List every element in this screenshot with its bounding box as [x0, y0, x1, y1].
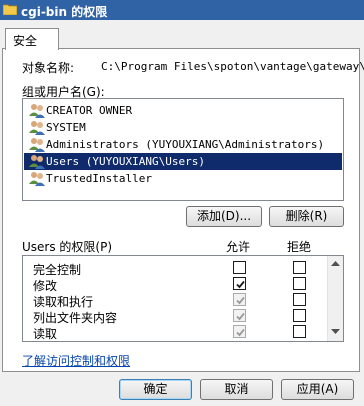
user-group-icon: [29, 155, 45, 169]
folder-icon: [3, 4, 17, 15]
list-item-label: TrustedInstaller: [46, 172, 152, 185]
users-list[interactable]: CREATOR OWNER SYSTEM Administrators (YUY…: [22, 98, 344, 201]
checkmark-icon: [236, 312, 245, 321]
object-name-label: 对象名称:: [22, 61, 75, 75]
list-item[interactable]: TrustedInstaller: [24, 170, 342, 187]
add-button[interactable]: 添加(D)...: [186, 206, 262, 227]
object-name-value: C:\Program Files\spoton\vantage\gateway\: [101, 60, 364, 73]
tab-security[interactable]: 安全: [5, 28, 59, 50]
allow-header: 允许: [226, 240, 251, 254]
permission-row: 读取和执行: [23, 292, 327, 309]
access-control-help-link[interactable]: 了解访问控制和权限: [22, 352, 130, 369]
deny-list-folder-checkbox[interactable]: [293, 309, 306, 322]
permissions-list[interactable]: 完全控制 修改 读取和执行 列出文件夹内容 读取: [22, 255, 344, 342]
permission-row: 完全控制: [23, 260, 327, 277]
permissions-scrollbar[interactable]: [327, 256, 343, 341]
ok-button[interactable]: 确定: [119, 379, 192, 400]
list-item-label: SYSTEM: [46, 121, 86, 134]
deny-header: 拒绝: [287, 240, 312, 254]
checkmark-icon: [236, 280, 245, 289]
list-item[interactable]: SYSTEM: [24, 119, 342, 136]
deny-read-execute-checkbox[interactable]: [293, 293, 306, 306]
user-group-icon: [29, 172, 45, 186]
remove-button[interactable]: 删除(R): [269, 206, 344, 227]
user-group-icon: [29, 138, 45, 152]
allow-list-folder-checkbox[interactable]: [233, 309, 246, 322]
checkmark-icon: [236, 328, 245, 337]
cancel-button[interactable]: 取消: [200, 379, 273, 400]
permissions-label: Users 的权限(P): [22, 240, 113, 254]
deny-read-checkbox[interactable]: [293, 325, 306, 338]
user-group-icon: [29, 104, 45, 118]
allow-read-execute-checkbox[interactable]: [233, 293, 246, 306]
list-item[interactable]: CREATOR OWNER: [24, 102, 342, 119]
tab-label: 安全: [13, 34, 38, 48]
title-bar[interactable]: cgi-bin 的权限: [0, 0, 364, 20]
list-item-label: Administrators (YUYOUXIANG\Administrator…: [46, 138, 325, 151]
list-item-label: CREATOR OWNER: [46, 104, 133, 117]
scroll-up-arrow-icon[interactable]: [331, 261, 340, 266]
list-item-selected[interactable]: Users (YUYOUXIANG\Users): [24, 153, 342, 170]
list-item-label: Users (YUYOUXIANG\Users): [46, 155, 205, 168]
user-group-icon: [29, 121, 45, 135]
allow-modify-checkbox[interactable]: [233, 277, 246, 290]
allow-read-checkbox[interactable]: [233, 325, 246, 338]
scroll-down-arrow-icon[interactable]: [331, 329, 340, 334]
allow-full-control-checkbox[interactable]: [233, 261, 246, 274]
permission-row: 修改: [23, 276, 327, 293]
deny-modify-checkbox[interactable]: [293, 277, 306, 290]
permission-row: 读取: [23, 324, 327, 341]
permission-row: 列出文件夹内容: [23, 308, 327, 325]
apply-button[interactable]: 应用(A): [281, 379, 354, 400]
checkmark-icon: [236, 296, 245, 305]
deny-full-control-checkbox[interactable]: [293, 261, 306, 274]
list-item[interactable]: Administrators (YUYOUXIANG\Administrator…: [24, 136, 342, 153]
permission-name: 读取: [33, 327, 58, 341]
window-title: cgi-bin 的权限: [21, 5, 108, 19]
